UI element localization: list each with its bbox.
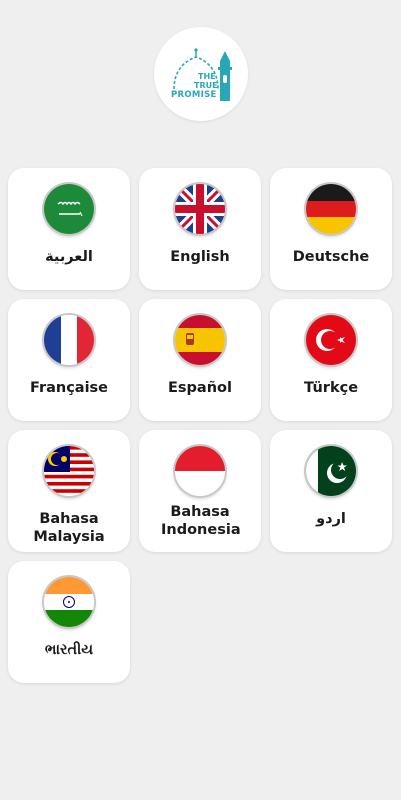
language-card-english[interactable]: English <box>139 168 261 290</box>
language-card-german[interactable]: Deutsche <box>270 168 392 290</box>
language-label: Bahasa Indonesia <box>161 504 241 538</box>
language-card-urdu[interactable]: اردو <box>270 430 392 552</box>
language-card-spanish[interactable]: Español <box>139 299 261 421</box>
language-card-malaysian[interactable]: Bahasa Malaysia <box>8 430 130 552</box>
app-logo: THE TRUE PROMISE <box>154 27 248 121</box>
malaysia-flag-icon <box>44 446 94 496</box>
spain-flag-icon <box>175 315 225 365</box>
language-label: اردو <box>316 511 346 527</box>
germany-flag-icon <box>306 184 356 234</box>
language-card-turkish[interactable]: Türkçe <box>270 299 392 421</box>
uk-flag-icon <box>175 184 225 234</box>
language-card-indian[interactable]: ભારતીય <box>8 561 130 683</box>
language-label: Türkçe <box>303 380 359 396</box>
indonesia-flag-icon <box>175 446 225 496</box>
language-grid: العربية English Deutsche Française Españ… <box>8 168 392 683</box>
india-flag-icon <box>44 577 94 627</box>
language-label: Bahasa Malaysia <box>33 511 105 545</box>
logo-line-promise: PROMISE <box>171 90 217 100</box>
language-label: Español <box>168 380 232 396</box>
language-label: English <box>170 249 230 265</box>
language-card-french[interactable]: Française <box>8 299 130 421</box>
language-card-indonesian[interactable]: Bahasa Indonesia <box>139 430 261 552</box>
logo-line-the: THE <box>198 72 216 81</box>
language-card-arabic[interactable]: العربية <box>8 168 130 290</box>
language-label: العربية <box>45 249 93 265</box>
turkey-flag-icon <box>306 315 356 365</box>
language-label: Deutsche <box>292 249 370 265</box>
saudi-arabia-flag-icon <box>44 184 94 234</box>
france-flag-icon <box>44 315 94 365</box>
pakistan-flag-icon <box>306 446 356 496</box>
logo-line-true: TRUE <box>194 81 218 90</box>
language-label: ભારતીય <box>44 642 94 658</box>
language-label: Française <box>29 380 109 396</box>
